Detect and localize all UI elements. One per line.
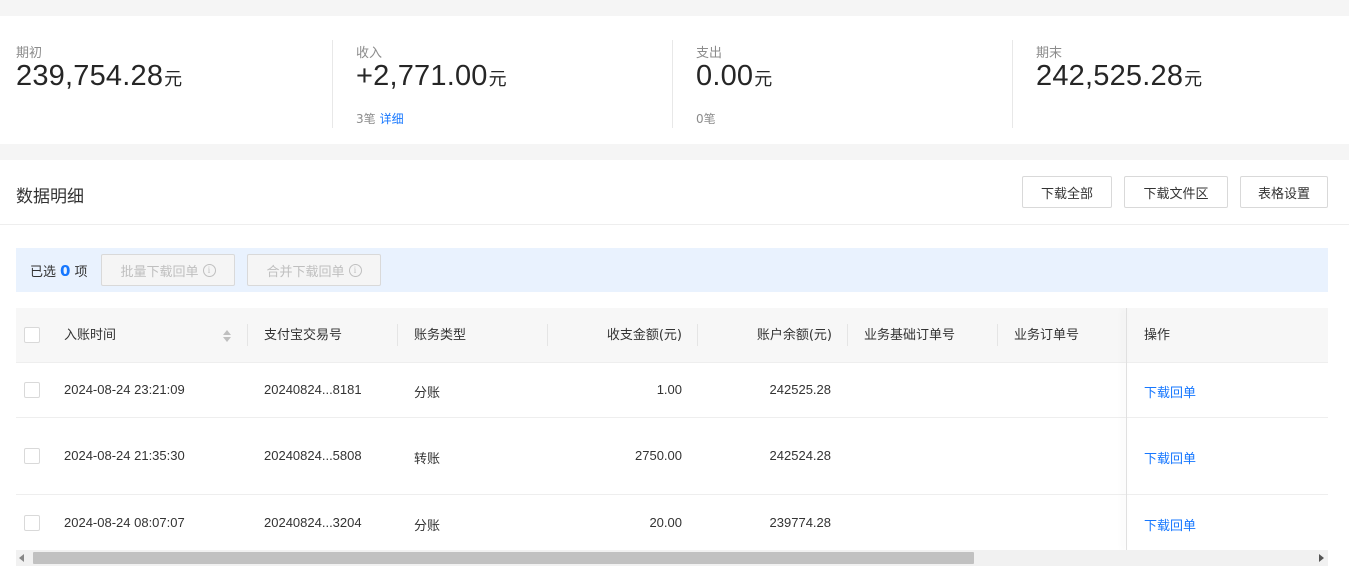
sort-icon[interactable] <box>222 329 232 343</box>
expense-label: 支出 <box>696 46 723 61</box>
column-separator <box>397 324 398 346</box>
cell-trade-no: 20240824...5808 <box>264 448 362 463</box>
summary-closing: 期末 242,525.28元 <box>1036 40 1336 128</box>
cell-trade-no: 20240824...3204 <box>264 515 362 530</box>
scroll-left-arrow-icon[interactable] <box>19 554 24 562</box>
column-header-order: 业务订单号 <box>1014 328 1080 343</box>
transactions-table: 入账时间 支付宝交易号 账务类型 收支金额(元) 账户余额(元) 业务基础订单号… <box>16 308 1328 551</box>
summary-income: 收入 +2,771.00元 3笔 详细 <box>356 40 656 128</box>
column-separator <box>247 324 248 346</box>
detail-header: 数据明细 下载全部 下载文件区 表格设置 <box>0 160 1349 225</box>
expense-value: 0.00元 <box>696 60 773 92</box>
download-all-button[interactable]: 下载全部 <box>1022 176 1112 208</box>
row-checkbox[interactable] <box>24 448 40 464</box>
column-separator <box>547 324 548 346</box>
column-separator <box>697 324 698 346</box>
income-label: 收入 <box>356 46 383 61</box>
cell-trade-no: 20240824...8181 <box>264 382 362 397</box>
select-all-checkbox[interactable] <box>24 327 40 343</box>
cell-balance: 242524.28 <box>769 448 831 463</box>
scrollbar-thumb[interactable] <box>33 552 974 564</box>
download-receipt-link[interactable]: 下载回单 <box>1144 515 1196 534</box>
info-icon: i <box>202 263 216 277</box>
column-header-amount: 收支金额(元) <box>606 328 682 343</box>
income-count: 3笔 详细 <box>356 112 404 126</box>
cell-balance: 242525.28 <box>769 382 831 397</box>
income-value: +2,771.00元 <box>356 60 507 92</box>
cell-type: 分账 <box>414 386 441 401</box>
column-header-trade-no: 支付宝交易号 <box>264 328 343 343</box>
opening-value: 239,754.28元 <box>16 60 183 92</box>
table-header: 入账时间 支付宝交易号 账务类型 收支金额(元) 账户余额(元) 业务基础订单号… <box>16 308 1328 363</box>
download-receipt-link[interactable]: 下载回单 <box>1144 382 1196 401</box>
summary-expense: 支出 0.00元 0笔 <box>696 40 996 128</box>
column-separator <box>847 324 848 346</box>
selection-count-text: 已选 0 项 <box>30 262 88 280</box>
scroll-right-arrow-icon[interactable] <box>1319 554 1324 562</box>
selection-count: 0 <box>60 262 71 280</box>
closing-label: 期末 <box>1036 46 1063 61</box>
column-header-base-order: 业务基础订单号 <box>864 328 956 343</box>
horizontal-scrollbar[interactable] <box>16 550 1328 566</box>
cell-amount: 20.00 <box>649 515 682 530</box>
row-checkbox[interactable] <box>24 515 40 531</box>
cell-time: 2024-08-24 23:21:09 <box>64 382 185 397</box>
download-files-button[interactable]: 下载文件区 <box>1124 176 1228 208</box>
fixed-column-shadow <box>1126 308 1127 551</box>
column-header-balance: 账户余额(元) <box>756 328 832 343</box>
column-header-action: 操作 <box>1144 328 1171 343</box>
batch-download-button[interactable]: 批量下载回单 i <box>101 254 235 286</box>
download-receipt-link[interactable]: 下载回单 <box>1144 448 1196 467</box>
summary-panel: 期初 239,754.28元 收入 +2,771.00元 3笔 详细 支出 0.0… <box>0 16 1349 144</box>
cell-balance: 239774.28 <box>769 515 831 530</box>
row-checkbox[interactable] <box>24 382 40 398</box>
detail-title: 数据明细 <box>16 187 84 207</box>
cell-amount: 1.00 <box>656 382 682 397</box>
table-settings-button[interactable]: 表格设置 <box>1240 176 1328 208</box>
table-row: 2024-08-24 21:35:30 20240824...5808 转账 2… <box>16 418 1328 495</box>
closing-value: 242,525.28元 <box>1036 60 1203 92</box>
summary-divider <box>1012 40 1013 128</box>
cell-amount: 2750.00 <box>635 448 682 463</box>
column-separator <box>997 324 998 346</box>
column-header-time[interactable]: 入账时间 <box>64 308 116 363</box>
cell-time: 2024-08-24 21:35:30 <box>64 448 185 463</box>
expense-count: 0笔 <box>696 112 716 126</box>
merge-download-button[interactable]: 合并下载回单 i <box>247 254 381 286</box>
column-header-type: 账务类型 <box>414 328 467 343</box>
summary-divider <box>672 40 673 128</box>
cell-type: 转账 <box>414 452 441 467</box>
summary-opening: 期初 239,754.28元 <box>16 40 316 128</box>
info-icon: i <box>348 263 362 277</box>
selection-bar: 已选 0 项 批量下载回单 i 合并下载回单 i <box>16 248 1328 292</box>
summary-divider <box>332 40 333 128</box>
detail-panel: 数据明细 下载全部 下载文件区 表格设置 已选 0 项 批量下载回单 i 合并下载回单… <box>0 160 1349 587</box>
opening-label: 期初 <box>16 46 43 61</box>
income-detail-link[interactable]: 详细 <box>380 112 404 126</box>
cell-type: 分账 <box>414 519 441 534</box>
table-row: 2024-08-24 23:21:09 20240824...8181 分账 1… <box>16 363 1328 418</box>
cell-time: 2024-08-24 08:07:07 <box>64 515 185 530</box>
table-row: 2024-08-24 08:07:07 20240824...3204 分账 2… <box>16 495 1328 551</box>
